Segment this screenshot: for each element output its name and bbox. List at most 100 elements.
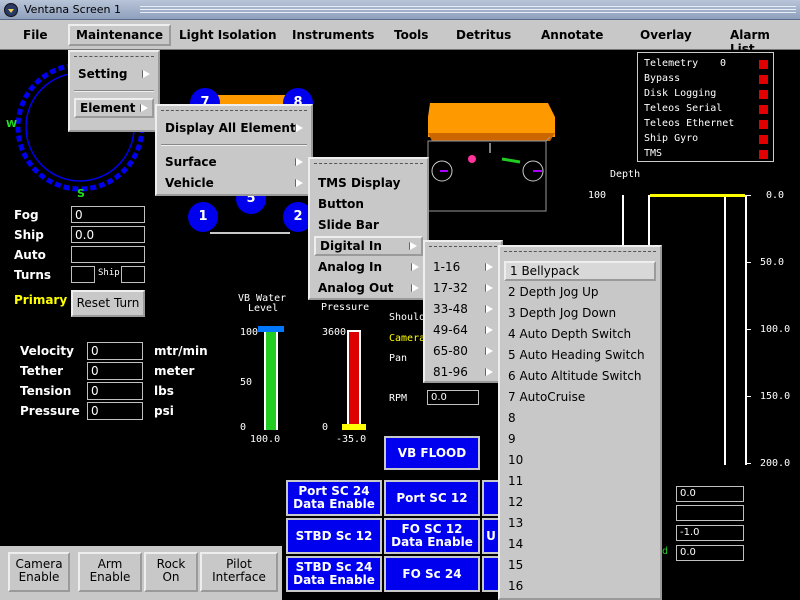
vb-flood-button[interactable]: VB FLOOD: [384, 436, 480, 470]
telemetry-row-label: Teleos Ethernet: [644, 118, 735, 129]
telemetry-status-panel: Telemetry 0 Bypass Disk Logging Teleos Seria…: [637, 52, 774, 162]
menu-item-display-all[interactable]: Display All Element: [161, 118, 307, 138]
menu-item-button[interactable]: Button: [314, 194, 423, 214]
menu-item-setting-label: Setting: [78, 67, 128, 81]
tear-off-line[interactable]: [504, 251, 656, 252]
menu-item-bellypack[interactable]: 1 Bellypack: [504, 261, 656, 281]
menu-item-surface[interactable]: Surface: [161, 152, 307, 172]
menu-item-analog-in[interactable]: Analog In: [314, 257, 423, 277]
tether-field[interactable]: 0: [87, 362, 143, 380]
right-partial-label: d: [662, 546, 669, 557]
menu-item-setting[interactable]: Setting: [74, 64, 154, 84]
port-sc24-button[interactable]: Port SC 24 Data Enable: [286, 480, 382, 516]
tension-unit: lbs: [154, 384, 174, 398]
window-title-bar[interactable]: Ventana Screen 1: [0, 0, 800, 20]
velocity-field[interactable]: 0: [87, 342, 143, 360]
menu-item-range-81-96[interactable]: 81-96: [429, 362, 497, 382]
menu-item-analog-out[interactable]: Analog Out: [314, 278, 423, 298]
menu-annotate[interactable]: Annotate: [535, 24, 609, 46]
vehicle-frame-line: [210, 232, 290, 234]
camera-enable-button[interactable]: Camera Enable: [8, 552, 70, 592]
menu-item-13[interactable]: 13: [504, 513, 656, 533]
pressure-gauge-marker[interactable]: [342, 424, 366, 430]
menu-item-14[interactable]: 14: [504, 534, 656, 554]
depth-left-tick: 100: [588, 190, 607, 201]
reset-turn-button[interactable]: Reset Turn: [71, 290, 145, 317]
auto-field[interactable]: [71, 246, 145, 263]
port-sc12-button[interactable]: Port SC 12: [384, 480, 480, 516]
menu-tools[interactable]: Tools: [388, 24, 434, 46]
camera-label: Camera: [389, 333, 426, 344]
telemetry-row-label: Teleos Serial: [644, 103, 723, 114]
menu-item-autocruise[interactable]: 7 AutoCruise: [504, 387, 656, 407]
telemetry-row-label: TMS: [644, 148, 663, 159]
stbd-sc12-button[interactable]: STBD Sc 12: [286, 518, 382, 554]
menu-item-16[interactable]: 16: [504, 576, 656, 596]
tear-off-line[interactable]: [429, 246, 497, 247]
menu-item-auto-heading-switch[interactable]: 5 Auto Heading Switch: [504, 345, 656, 365]
menu-item-range-33-48[interactable]: 33-48: [429, 299, 497, 319]
menu-alarm-list[interactable]: Alarm List: [724, 24, 800, 56]
rock-on-button[interactable]: Rock On: [144, 552, 198, 592]
menu-item-range-1-16[interactable]: 1-16: [429, 257, 497, 277]
menu-item-tms-display[interactable]: TMS Display: [314, 173, 423, 193]
menu-detritus[interactable]: Detritus: [450, 24, 517, 46]
menu-item-auto-depth-switch[interactable]: 4 Auto Depth Switch: [504, 324, 656, 344]
tear-off-line[interactable]: [161, 110, 307, 111]
menu-item-range-49-64[interactable]: 49-64: [429, 320, 497, 340]
fog-field[interactable]: 0: [71, 206, 145, 223]
ship-field[interactable]: 0.0: [71, 226, 145, 243]
menu-item-vehicle[interactable]: Vehicle: [161, 173, 307, 193]
menu-item-auto-altitude-switch[interactable]: 6 Auto Altitude Switch: [504, 366, 656, 386]
right-field-3[interactable]: -1.0: [676, 525, 744, 541]
fo-sc24-button[interactable]: FO Sc 24: [384, 556, 480, 592]
menu-item-digital-in[interactable]: Digital In: [314, 236, 423, 256]
menu-item-depth-jog-down[interactable]: 3 Depth Jog Down: [504, 303, 656, 323]
depth-tick-100: 100.0: [760, 324, 791, 335]
menu-item-8[interactable]: 8: [504, 408, 656, 428]
submenu-arrow-icon: [486, 305, 493, 313]
vehicle-3d-view: [427, 103, 555, 212]
vb-gauge-track: [264, 330, 278, 430]
tear-off-line[interactable]: [74, 56, 154, 57]
right-field-2[interactable]: [676, 505, 744, 521]
submenu-arrow-icon: [410, 242, 417, 250]
right-field-1[interactable]: 0.0: [676, 486, 744, 502]
status-led-icon: [759, 75, 768, 84]
pressure-field[interactable]: 0: [87, 402, 143, 420]
menu-item-10[interactable]: 10: [504, 450, 656, 470]
arm-enable-button[interactable]: Arm Enable: [78, 552, 142, 592]
rpm-field[interactable]: 0.0: [427, 390, 479, 405]
pilot-interface-button[interactable]: Pilot Interface: [200, 552, 278, 592]
fo-sc12-button[interactable]: FO SC 12 Data Enable: [384, 518, 480, 554]
vehicle-frame: [427, 140, 547, 212]
menu-overlay[interactable]: Overlay: [634, 24, 698, 46]
submenu-arrow-icon: [296, 124, 303, 132]
menu-item-12[interactable]: 12: [504, 492, 656, 512]
right-field-4[interactable]: 0.0: [676, 545, 744, 561]
menu-item-slide-bar[interactable]: Slide Bar: [314, 215, 423, 235]
tension-field[interactable]: 0: [87, 382, 143, 400]
menu-file[interactable]: File: [17, 24, 54, 46]
menu-item-15[interactable]: 15: [504, 555, 656, 575]
window-menu-icon[interactable]: [4, 3, 18, 17]
menu-maintenance[interactable]: Maintenance: [68, 24, 172, 46]
vb-gauge-marker[interactable]: [258, 326, 284, 332]
menu-item-range-65-80[interactable]: 65-80: [429, 341, 497, 361]
menu-item-range-17-32[interactable]: 17-32: [429, 278, 497, 298]
vb-gauge-max: 100: [240, 327, 259, 338]
depth-tick-0: 0.0: [766, 190, 785, 201]
menu-item-depth-jog-up[interactable]: 2 Depth Jog Up: [504, 282, 656, 302]
stbd-sc24-button[interactable]: STBD Sc 24 Data Enable: [286, 556, 382, 592]
menu-item-9[interactable]: 9: [504, 429, 656, 449]
menu-item-11[interactable]: 11: [504, 471, 656, 491]
range-label: 65-80: [433, 344, 468, 358]
menu-light-isolation[interactable]: Light Isolation: [173, 24, 283, 46]
turns-field[interactable]: [71, 266, 95, 283]
menu-item-element[interactable]: Element: [74, 98, 154, 118]
element-menu: Display All Element Surface Vehicle: [155, 104, 313, 196]
tear-off-line[interactable]: [314, 163, 423, 164]
menu-instruments[interactable]: Instruments: [286, 24, 380, 46]
turns-ship-field[interactable]: [121, 266, 145, 283]
maintenance-menu: Setting Element: [68, 50, 160, 132]
